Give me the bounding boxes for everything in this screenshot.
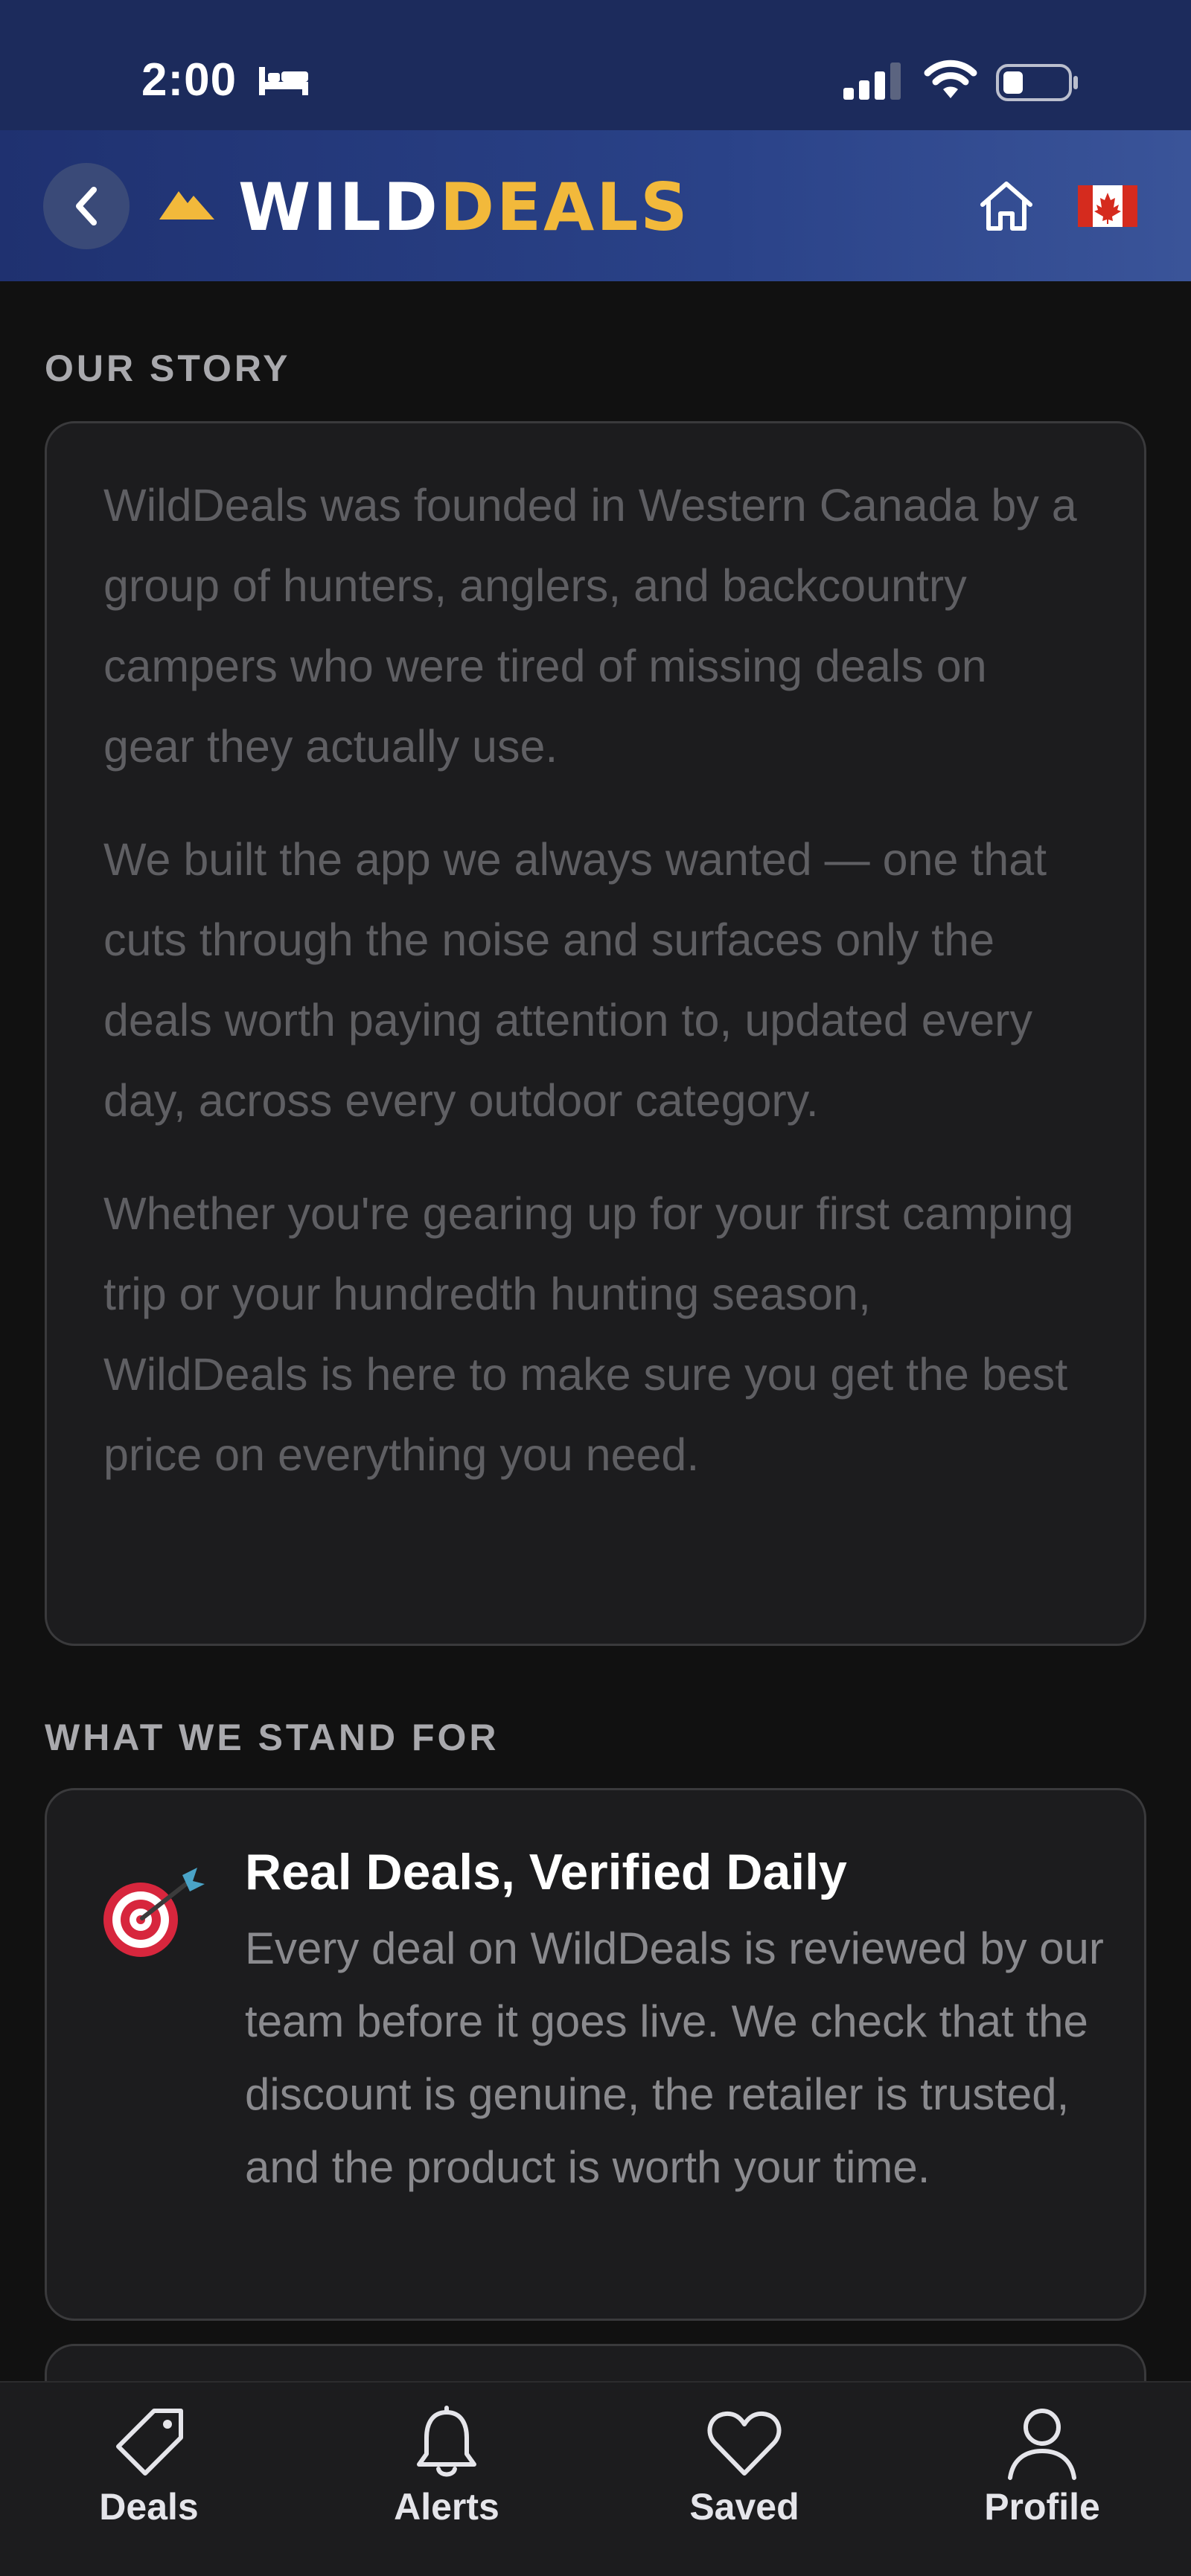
tab-alerts[interactable]: Alerts — [350, 2405, 543, 2554]
status-time: 2:00 — [141, 54, 237, 106]
tab-saved[interactable]: Saved — [648, 2405, 841, 2554]
logo-wild-text: WILD — [238, 169, 440, 246]
tab-bar: Deals Alerts Saved Profile — [0, 2381, 1191, 2576]
tab-profile[interactable]: Profile — [945, 2405, 1139, 2554]
app-logo: WILDDEALS — [238, 170, 690, 245]
tab-label: Profile — [984, 2486, 1100, 2528]
mountain-logo-icon — [159, 191, 214, 220]
tab-label: Alerts — [394, 2486, 499, 2528]
heart-icon — [707, 2411, 782, 2476]
back-button[interactable] — [43, 163, 130, 249]
cellular-signal-icon — [843, 63, 901, 100]
value-card: Real Deals, Verified Daily Every deal on… — [45, 1788, 1146, 2321]
home-icon[interactable] — [977, 176, 1036, 236]
value-title: Real Deals, Verified Daily — [245, 1844, 847, 1900]
tab-deals[interactable]: Deals — [52, 2405, 246, 2554]
story-paragraph: Whether you're gearing up for your first… — [103, 1188, 1074, 1480]
tab-label: Saved — [689, 2486, 799, 2528]
our-story-heading: OUR STORY — [45, 347, 291, 389]
tag-icon — [116, 2409, 183, 2476]
story-paragraph: WildDeals was founded in Western Canada … — [103, 480, 1077, 772]
tab-label: Deals — [99, 2486, 199, 2528]
person-icon — [1008, 2409, 1076, 2480]
sleep-focus-icon — [259, 67, 308, 95]
target-icon — [103, 1868, 205, 1957]
battery-icon — [996, 64, 1078, 101]
app-header: WILDDEALS — [0, 130, 1191, 281]
wifi-icon — [924, 60, 977, 98]
canada-flag-icon[interactable] — [1078, 185, 1137, 227]
logo-deals-text: DEALS — [439, 169, 690, 246]
status-bar: 2:00 — [0, 0, 1191, 130]
value-description: Every deal on WildDeals is reviewed by o… — [245, 1923, 1104, 2192]
story-card: WildDeals was founded in Western Canada … — [45, 421, 1146, 1646]
story-paragraph: We built the app we always wanted — one … — [103, 834, 1047, 1126]
values-heading: WHAT WE STAND FOR — [45, 1717, 499, 1758]
chevron-left-icon — [76, 187, 97, 225]
bell-icon — [417, 2406, 476, 2477]
